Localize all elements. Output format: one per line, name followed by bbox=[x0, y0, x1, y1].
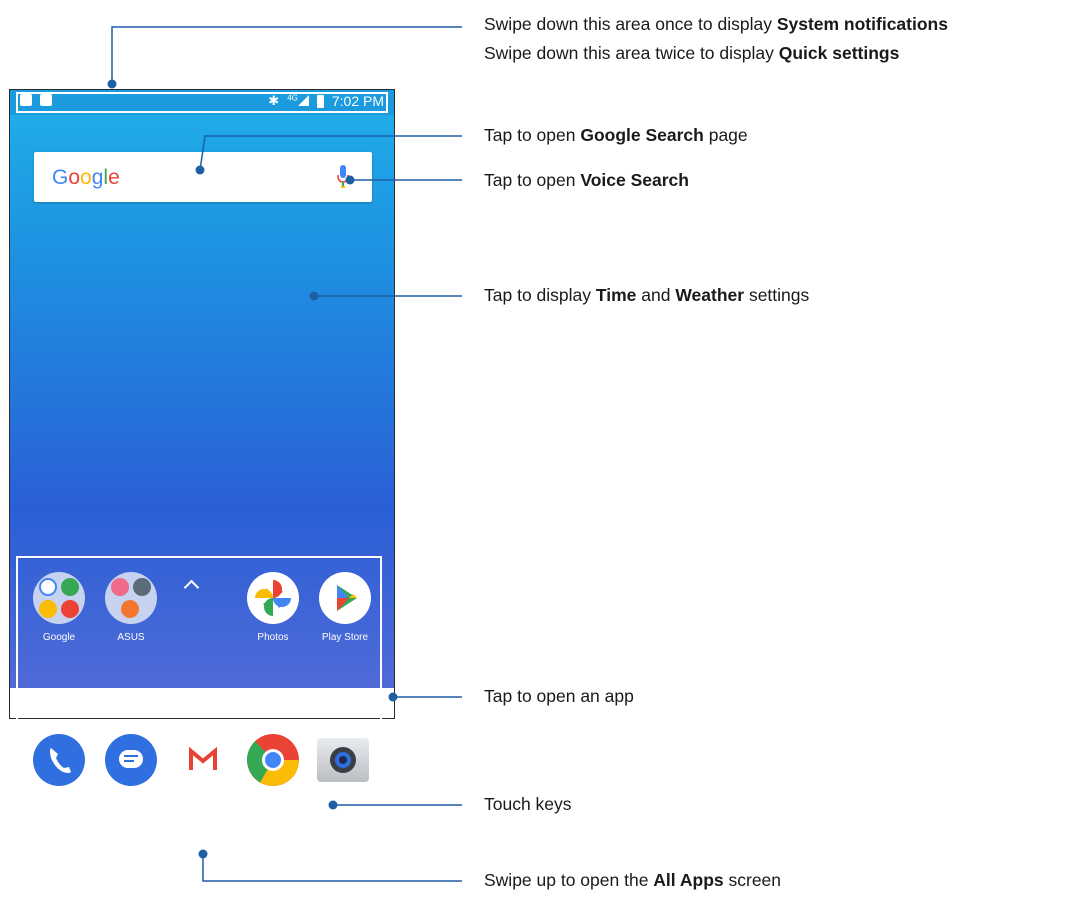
callout-system-notifications: Swipe down this area once to display Sys… bbox=[484, 14, 948, 34]
callout-time-weather: Tap to display Time and Weather settings bbox=[484, 285, 810, 305]
callout-voice-search: Tap to open Voice Search bbox=[484, 170, 689, 190]
callout-google-search: Tap to open Google Search page bbox=[484, 125, 748, 145]
callout-open-app: Tap to open an app bbox=[484, 686, 634, 706]
leader-search bbox=[199, 135, 462, 171]
callout-quick-settings: Swipe down this area twice to display Qu… bbox=[484, 43, 900, 63]
leader-all-apps bbox=[202, 854, 462, 882]
callout-all-apps: Swipe up to open the All Apps screen bbox=[484, 870, 782, 890]
leader-status-bar bbox=[111, 26, 462, 84]
callout-touch-keys: Touch keys bbox=[484, 794, 572, 814]
